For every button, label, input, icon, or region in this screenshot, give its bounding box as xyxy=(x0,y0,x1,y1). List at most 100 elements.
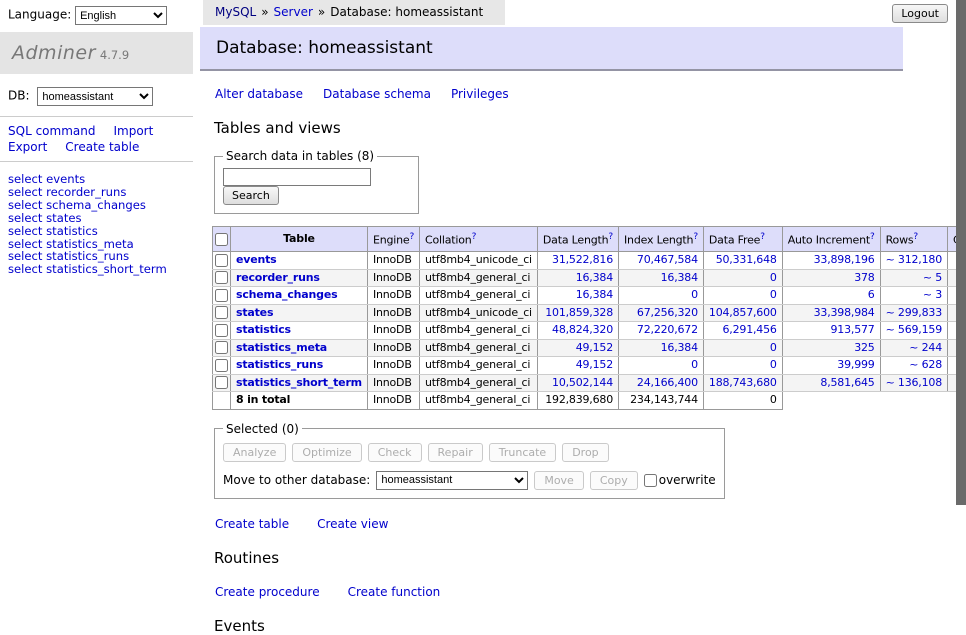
data-length-link[interactable]: 101,859,328 xyxy=(545,306,613,319)
column-help-link[interactable]: ? xyxy=(608,232,613,242)
sidebar-table-link-statistics-runs[interactable]: statistics_runs xyxy=(46,249,129,263)
column-help-link[interactable]: ? xyxy=(913,232,918,242)
sidebar-table-link-statistics-short-term[interactable]: statistics_short_term xyxy=(46,262,167,276)
rows-link[interactable]: ~ 628 xyxy=(909,358,942,371)
move-button[interactable]: Move xyxy=(534,471,584,490)
data-free-link[interactable]: 0 xyxy=(770,288,777,301)
optimize-button[interactable]: Optimize xyxy=(292,443,361,462)
row-checkbox[interactable] xyxy=(215,341,228,354)
table-name-link-statistics-meta[interactable]: statistics_meta xyxy=(236,341,327,354)
data-free-link[interactable]: 104,857,600 xyxy=(709,306,777,319)
sidebar-select-link-statistics-meta[interactable]: select xyxy=(8,237,42,251)
search-button[interactable]: Search xyxy=(223,186,279,205)
auto-increment-link[interactable]: 913,577 xyxy=(831,323,875,336)
sidebar-action-export[interactable]: Export xyxy=(8,140,47,154)
row-checkbox[interactable] xyxy=(215,254,228,267)
data-length-link[interactable]: 31,522,816 xyxy=(552,253,613,266)
sidebar-table-link-recorder-runs[interactable]: recorder_runs xyxy=(46,185,126,199)
language-select[interactable]: English xyxy=(75,6,167,25)
auto-increment-link[interactable]: 325 xyxy=(854,341,874,354)
data-length-link[interactable]: 10,502,144 xyxy=(552,376,613,389)
column-help-link[interactable]: ? xyxy=(409,232,414,242)
data-free-link[interactable]: 6,291,456 xyxy=(723,323,777,336)
data-free-link[interactable]: 0 xyxy=(770,341,777,354)
sidebar-table-link-events[interactable]: events xyxy=(46,172,85,186)
row-checkbox[interactable] xyxy=(215,306,228,319)
link-create-table[interactable]: Create table xyxy=(215,517,289,531)
sidebar-select-link-recorder-runs[interactable]: select xyxy=(8,185,42,199)
data-length-link[interactable]: 16,384 xyxy=(576,271,613,284)
sidebar-table-link-schema-changes[interactable]: schema_changes xyxy=(46,198,146,212)
data-length-link[interactable]: 49,152 xyxy=(576,358,613,371)
sidebar-select-link-statistics-runs[interactable]: select xyxy=(8,249,42,263)
index-length-link[interactable]: 16,384 xyxy=(661,341,698,354)
index-length-link[interactable]: 16,384 xyxy=(661,271,698,284)
sidebar-select-link-states[interactable]: select xyxy=(8,211,42,225)
analyze-button[interactable]: Analyze xyxy=(223,443,286,462)
rows-link[interactable]: ~ 569,159 xyxy=(886,323,942,336)
nav-link-database-schema[interactable]: Database schema xyxy=(323,87,431,101)
auto-increment-link[interactable]: 33,398,984 xyxy=(814,306,875,319)
rows-link[interactable]: ~ 136,108 xyxy=(886,376,942,389)
table-name-link-events[interactable]: events xyxy=(236,253,277,266)
rows-link[interactable]: ~ 3 xyxy=(923,288,942,301)
index-length-link[interactable]: 24,166,400 xyxy=(637,376,698,389)
column-help-link[interactable]: ? xyxy=(870,232,875,242)
row-checkbox[interactable] xyxy=(215,271,228,284)
index-length-link[interactable]: 72,220,672 xyxy=(637,323,698,336)
column-help-link[interactable]: ? xyxy=(760,232,765,242)
table-name-link-recorder-runs[interactable]: recorder_runs xyxy=(236,271,320,284)
auto-increment-link[interactable]: 33,898,196 xyxy=(814,253,875,266)
move-database-select[interactable]: homeassistant xyxy=(376,471,528,490)
check-button[interactable]: Check xyxy=(368,443,422,462)
data-length-link[interactable]: 49,152 xyxy=(576,341,613,354)
overwrite-checkbox[interactable] xyxy=(644,474,657,487)
sidebar-table-link-statistics-meta[interactable]: statistics_meta xyxy=(46,237,134,251)
data-free-link[interactable]: 50,331,648 xyxy=(716,253,777,266)
column-help-link[interactable]: ? xyxy=(472,232,477,242)
scrollbar-thumb[interactable] xyxy=(956,0,966,505)
auto-increment-link[interactable]: 378 xyxy=(854,271,874,284)
table-name-link-states[interactable]: states xyxy=(236,306,273,319)
nav-link-privileges[interactable]: Privileges xyxy=(451,87,509,101)
sidebar-select-link-events[interactable]: select xyxy=(8,172,42,186)
db-select[interactable]: homeassistant xyxy=(37,87,153,106)
sidebar-select-link-statistics-short-term[interactable]: select xyxy=(8,262,42,276)
drop-button[interactable]: Drop xyxy=(562,443,608,462)
table-name-link-statistics-runs[interactable]: statistics_runs xyxy=(236,358,323,371)
data-free-link[interactable]: 0 xyxy=(770,358,777,371)
data-free-link[interactable]: 188,743,680 xyxy=(709,376,777,389)
nav-link-alter-database[interactable]: Alter database xyxy=(215,87,303,101)
data-length-link[interactable]: 16,384 xyxy=(576,288,613,301)
sidebar-action-import[interactable]: Import xyxy=(113,124,153,138)
index-length-link[interactable]: 0 xyxy=(691,358,698,371)
table-name-link-statistics[interactable]: statistics xyxy=(236,323,291,336)
vertical-scrollbar[interactable] xyxy=(956,0,966,543)
auto-increment-link[interactable]: 8,581,645 xyxy=(820,376,874,389)
search-input[interactable] xyxy=(223,168,371,186)
sidebar-table-link-states[interactable]: states xyxy=(46,211,81,225)
sidebar-action-create-table[interactable]: Create table xyxy=(65,140,139,154)
table-name-link-statistics-short-term[interactable]: statistics_short_term xyxy=(236,376,362,389)
sidebar-table-link-statistics[interactable]: statistics xyxy=(46,224,98,238)
link-create-function[interactable]: Create function xyxy=(348,585,441,599)
row-checkbox[interactable] xyxy=(215,289,228,302)
truncate-button[interactable]: Truncate xyxy=(489,443,556,462)
copy-button[interactable]: Copy xyxy=(590,471,638,490)
rows-link[interactable]: ~ 299,833 xyxy=(886,306,942,319)
select-all-checkbox[interactable] xyxy=(215,233,228,246)
table-name-link-schema-changes[interactable]: schema_changes xyxy=(236,288,337,301)
row-checkbox[interactable] xyxy=(215,324,228,337)
repair-button[interactable]: Repair xyxy=(428,443,483,462)
auto-increment-link[interactable]: 39,999 xyxy=(837,358,874,371)
index-length-link[interactable]: 70,467,584 xyxy=(637,253,698,266)
link-create-view[interactable]: Create view xyxy=(317,517,388,531)
sidebar-select-link-schema-changes[interactable]: select xyxy=(8,198,42,212)
rows-link[interactable]: ~ 244 xyxy=(909,341,942,354)
row-checkbox[interactable] xyxy=(215,376,228,389)
auto-increment-link[interactable]: 6 xyxy=(868,288,875,301)
index-length-link[interactable]: 0 xyxy=(691,288,698,301)
rows-link[interactable]: ~ 312,180 xyxy=(886,253,942,266)
rows-link[interactable]: ~ 5 xyxy=(923,271,942,284)
row-checkbox[interactable] xyxy=(215,359,228,372)
